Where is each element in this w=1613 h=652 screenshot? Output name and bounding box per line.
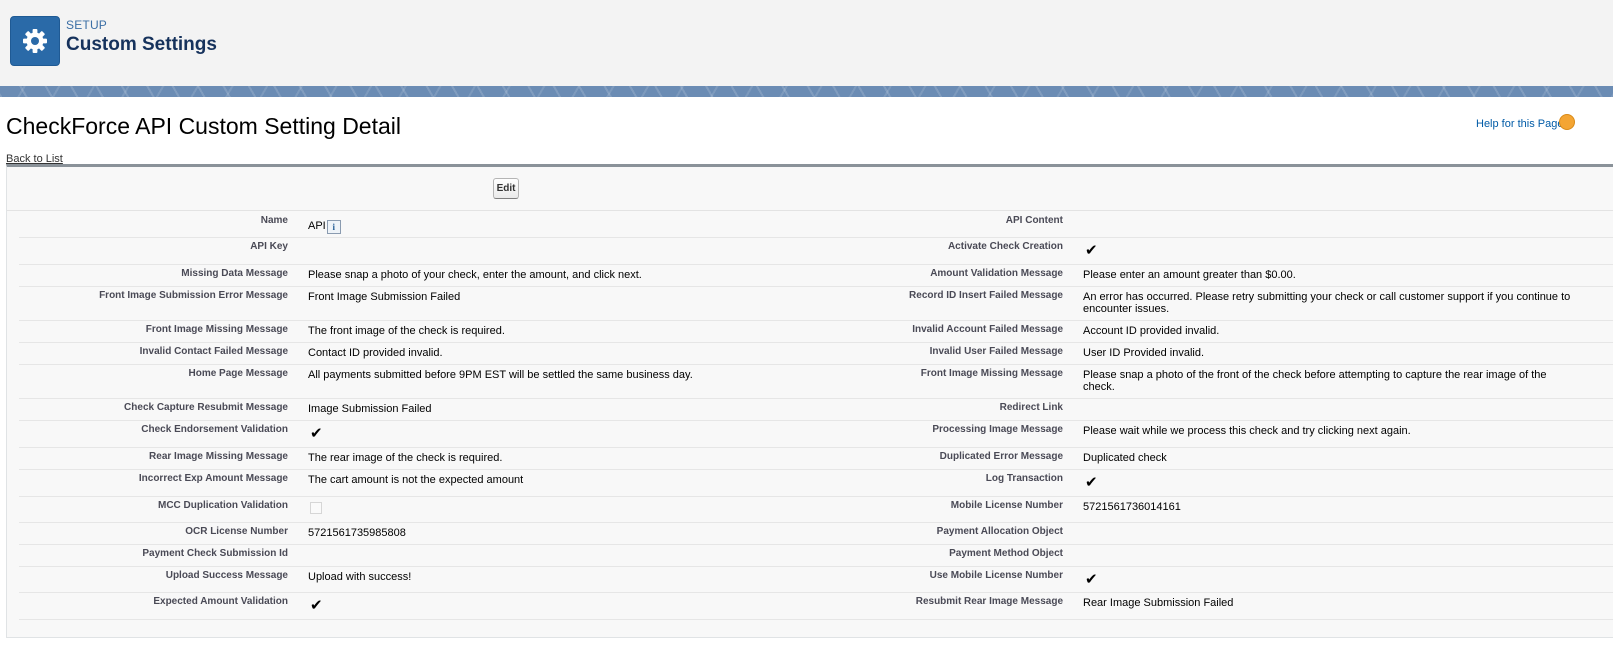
gear-icon <box>10 16 60 66</box>
detail-row: Upload Success Message Upload with succes… <box>19 566 1613 593</box>
detail-row: Missing Data Message Please snap a photo … <box>19 264 1613 287</box>
field-value: Duplicated check <box>1083 452 1167 464</box>
detail-row: Rear Image Missing Message The rear image… <box>19 447 1613 470</box>
field-value: The front image of the check is required… <box>308 325 505 337</box>
field-label: Payment Allocation Object <box>936 526 1063 537</box>
detail-row: Invalid Contact Failed Message Contact ID… <box>19 342 1613 365</box>
field-label: Missing Data Message <box>181 268 288 279</box>
field-label: OCR License Number <box>185 526 288 537</box>
field-value: The rear image of the check is required. <box>308 452 503 464</box>
detail-row: Front Image Submission Error Message Fron… <box>19 286 1613 321</box>
field-label: Rear Image Missing Message <box>149 451 288 462</box>
checkmark-icon: ✔ <box>310 425 323 442</box>
field-label: Front Image Missing Message <box>920 368 1063 379</box>
button-row: Edit <box>7 167 1613 211</box>
field-label: Check Capture Resubmit Message <box>124 402 288 413</box>
field-value: Please snap a photo of the front of the … <box>1083 369 1547 393</box>
detail-row: Incorrect Exp Amount Message The cart amo… <box>19 469 1613 497</box>
detail-row: MCC Duplication Validation Mobile License… <box>19 496 1613 523</box>
detail-row: Check Endorsement Validation Processing I… <box>19 420 1613 448</box>
field-label: Duplicated Error Message <box>939 451 1063 462</box>
field-label: Use Mobile License Number <box>929 570 1063 581</box>
main-content: CheckForce API Custom Setting Detail Hel… <box>0 97 1613 652</box>
field-label: Check Endorsement Validation <box>141 424 288 435</box>
field-label: Amount Validation Message <box>930 268 1063 279</box>
field-label: Mobile License Number <box>950 500 1063 511</box>
field-label: Home Page Message <box>188 368 289 379</box>
field-value: All payments submitted before 9PM EST wi… <box>308 369 693 381</box>
unchecked-checkbox-icon <box>310 502 322 514</box>
checkbox-field: ✔ <box>310 425 323 443</box>
checkbox-field: ✔ <box>1085 571 1098 589</box>
field-label: Processing Image Message <box>932 424 1063 435</box>
field-label: Expected Amount Validation <box>153 596 288 607</box>
info-icon[interactable]: i <box>326 220 341 234</box>
field-label: API Key <box>250 241 288 252</box>
field-value: Upload with success! <box>308 571 412 583</box>
field-value: Contact ID provided invalid. <box>308 347 443 359</box>
field-value: An error has occurred. Please retry subm… <box>1083 291 1571 315</box>
field-value: Please wait while we process this check … <box>1083 425 1411 437</box>
detail-row: Home Page Message All payments submitted … <box>19 364 1613 399</box>
detail-row: OCR License Number 5721561735985808 Paymen… <box>19 522 1613 545</box>
checkbox-field <box>310 501 322 519</box>
checkbox-field: ✔ <box>310 597 323 615</box>
checkbox-field: ✔ <box>1085 242 1098 260</box>
detail-row: Check Capture Resubmit Message Image Subm… <box>19 398 1613 421</box>
detail-row: Front Image Missing Message The front ima… <box>19 320 1613 343</box>
field-label: Payment Method Object <box>949 548 1063 559</box>
field-value: Please enter an amount greater than $0.0… <box>1083 269 1296 281</box>
field-label: Invalid Account Failed Message <box>912 324 1063 335</box>
help-icon[interactable] <box>1559 114 1575 130</box>
detail-row: Payment Check Submission Id Payment Metho… <box>19 544 1613 567</box>
checkmark-icon: ✔ <box>1085 571 1098 588</box>
field-label: Incorrect Exp Amount Message <box>138 473 288 484</box>
field-label: Payment Check Submission Id <box>142 548 288 559</box>
detail-row: API Key Activate Check Creation ✔ <box>19 237 1613 265</box>
setup-header: SETUP Custom Settings <box>0 0 1613 86</box>
field-label: Invalid User Failed Message <box>929 346 1063 357</box>
help-link[interactable]: Help for this Page <box>1476 118 1563 130</box>
field-value: User ID Provided invalid. <box>1083 347 1205 359</box>
field-value: API i <box>308 220 768 234</box>
field-value: Rear Image Submission Failed <box>1083 597 1234 609</box>
field-label: Front Image Submission Error Message <box>99 290 288 301</box>
edit-button[interactable]: Edit <box>493 178 519 199</box>
decorative-band <box>0 86 1613 97</box>
checkmark-icon: ✔ <box>1085 474 1098 491</box>
detail-row: Name API i API Content <box>19 211 1613 238</box>
field-value: 5721561735985808 <box>308 527 406 539</box>
checkbox-field: ✔ <box>1085 474 1098 492</box>
field-label: API Content <box>1005 215 1063 226</box>
field-value: The cart amount is not the expected amou… <box>308 474 524 486</box>
field-label: Redirect Link <box>999 402 1063 413</box>
checkmark-icon: ✔ <box>310 597 323 614</box>
field-value: Account ID provided invalid. <box>1083 325 1220 337</box>
detail-section: Edit Name API i API Content API Key Activate … <box>6 164 1613 638</box>
field-label: Record ID Insert Failed Message <box>909 290 1063 301</box>
checkmark-icon: ✔ <box>1085 242 1098 259</box>
field-label: Upload Success Message <box>165 570 288 581</box>
detail-row: Expected Amount Validation Resubmit Rear … <box>19 592 1613 620</box>
field-label: Activate Check Creation <box>947 241 1063 252</box>
field-label: MCC Duplication Validation <box>157 500 288 511</box>
field-value: Front Image Submission Failed <box>308 291 461 303</box>
field-value: Image Submission Failed <box>308 403 432 415</box>
field-value: Please snap a photo of your check, enter… <box>308 269 642 281</box>
field-value: 5721561736014161 <box>1083 501 1181 513</box>
setup-eyebrow: SETUP <box>66 18 108 32</box>
field-label: Invalid Contact Failed Message <box>139 346 288 357</box>
field-label: Resubmit Rear Image Message <box>915 596 1063 607</box>
page-title: CheckForce API Custom Setting Detail <box>6 113 401 139</box>
setup-title: Custom Settings <box>66 34 217 55</box>
field-label: Log Transaction <box>985 473 1063 484</box>
field-label: Front Image Missing Message <box>145 324 288 335</box>
field-label: Name <box>260 215 288 226</box>
